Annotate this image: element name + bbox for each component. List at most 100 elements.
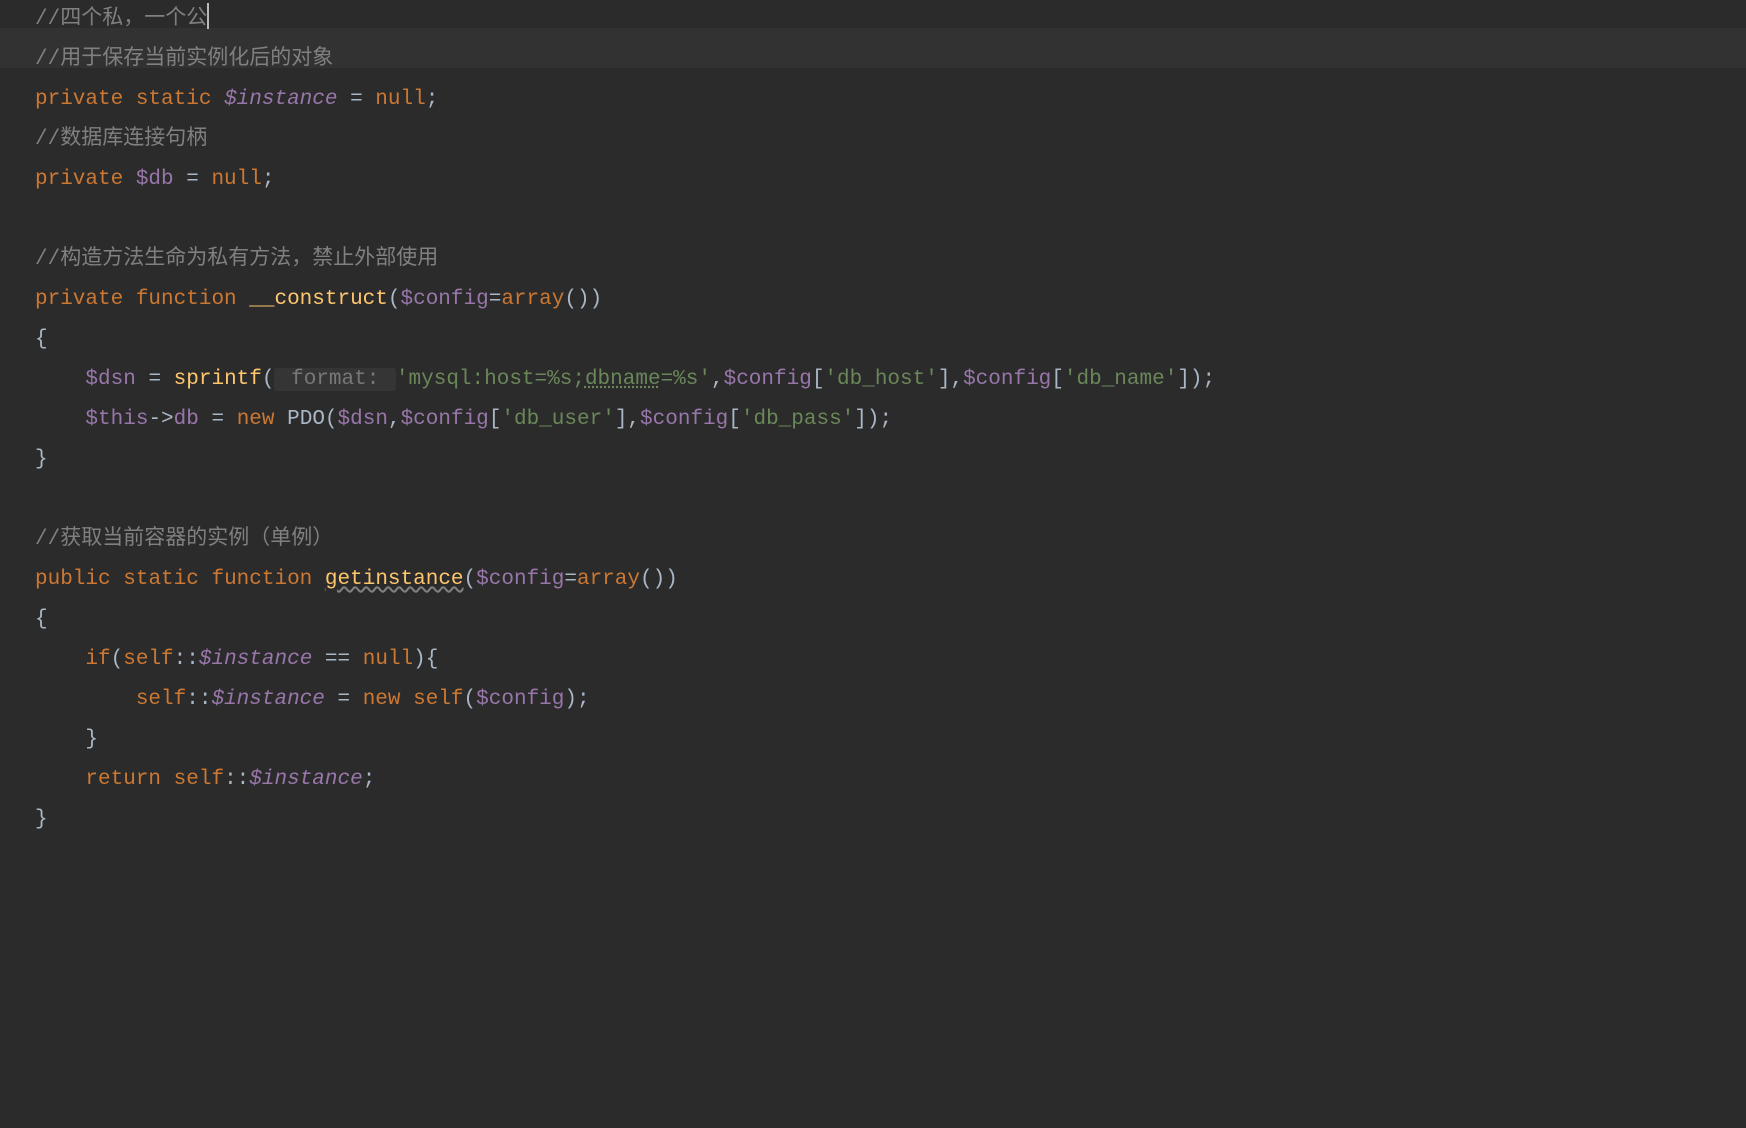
- keyword-array: array: [577, 568, 640, 591]
- semicolon: ;: [426, 88, 439, 111]
- parameter: $config: [401, 288, 489, 311]
- comma: ,: [627, 408, 640, 431]
- function-name: __construct: [249, 288, 388, 311]
- paren: (: [388, 288, 401, 311]
- code-line[interactable]: //用于保存当前实例化后的对象: [35, 40, 1746, 80]
- keyword-new: new: [363, 688, 401, 711]
- brace: {: [35, 608, 48, 631]
- keyword-function: function: [211, 568, 312, 591]
- code-line[interactable]: //获取当前容器的实例（单例）: [35, 520, 1746, 560]
- keyword-private: private: [35, 168, 123, 191]
- bracket: ]): [1177, 368, 1202, 391]
- code-line[interactable]: private static $instance = null;: [35, 80, 1746, 120]
- comment-text: //构造方法生命为私有方法，禁止外部使用: [35, 248, 438, 271]
- code-line[interactable]: {: [35, 600, 1746, 640]
- paren: ): [413, 648, 426, 671]
- operator: =: [325, 688, 363, 711]
- code-line[interactable]: }: [35, 440, 1746, 480]
- keyword-self: self: [413, 688, 463, 711]
- class-name: PDO: [287, 408, 325, 431]
- code-line[interactable]: private function __construct($config=arr…: [35, 280, 1746, 320]
- paren: (: [325, 408, 338, 431]
- text-cursor: [207, 3, 209, 29]
- paren: (: [464, 568, 477, 591]
- blank-line[interactable]: [35, 480, 1746, 520]
- paren: (: [262, 368, 275, 391]
- operator: =: [337, 88, 375, 111]
- operator: =: [564, 568, 577, 591]
- bracket: ]: [615, 408, 628, 431]
- comma: ,: [388, 408, 401, 431]
- parameter: $config: [476, 568, 564, 591]
- code-line[interactable]: public static function getinstance($conf…: [35, 560, 1746, 600]
- variable: $config: [963, 368, 1051, 391]
- code-line[interactable]: //数据库连接句柄: [35, 120, 1746, 160]
- operator: =: [199, 408, 237, 431]
- code-line[interactable]: //四个私，一个公: [35, 0, 1746, 40]
- keyword-null: null: [375, 88, 425, 111]
- comma: ,: [711, 368, 724, 391]
- brace: }: [35, 808, 48, 831]
- brace: {: [426, 648, 439, 671]
- semicolon: ;: [577, 688, 590, 711]
- keyword-array: array: [501, 288, 564, 311]
- parameter: $config: [476, 688, 564, 711]
- string-key: 'db_name': [1064, 368, 1177, 391]
- paren: ): [665, 568, 678, 591]
- code-line[interactable]: if(self::$instance == null){: [35, 640, 1746, 680]
- scope-operator: ::: [186, 688, 211, 711]
- keyword-new: new: [237, 408, 275, 431]
- parameter-hint: format:: [274, 368, 395, 391]
- variable: $dsn: [338, 408, 388, 431]
- code-line[interactable]: $dsn = sprintf( format: 'mysql:host=%s;d…: [35, 360, 1746, 400]
- code-line[interactable]: self::$instance = new self($config);: [35, 680, 1746, 720]
- brace: }: [85, 728, 98, 751]
- comment-text: //数据库连接句柄: [35, 128, 207, 151]
- code-line[interactable]: }: [35, 720, 1746, 760]
- comment-text: //四个私，一个公: [35, 8, 207, 31]
- paren: (): [564, 288, 589, 311]
- keyword-self: self: [174, 768, 224, 791]
- keyword-public: public: [35, 568, 111, 591]
- semicolon: ;: [363, 768, 376, 791]
- variable: $instance: [224, 88, 337, 111]
- function-call: sprintf: [174, 368, 262, 391]
- bracket: [: [728, 408, 741, 431]
- bracket: ]: [938, 368, 951, 391]
- string: 'mysql:host=%s;: [396, 368, 585, 391]
- keyword-self: self: [136, 688, 186, 711]
- code-line[interactable]: return self::$instance;: [35, 760, 1746, 800]
- code-line[interactable]: $this->db = new PDO($dsn,$config['db_use…: [35, 400, 1746, 440]
- code-editor[interactable]: //四个私，一个公 //用于保存当前实例化后的对象 private static…: [0, 0, 1746, 840]
- code-line[interactable]: }: [35, 800, 1746, 840]
- keyword-return: return: [85, 768, 161, 791]
- comment-text: //用于保存当前实例化后的对象: [35, 48, 333, 71]
- keyword-null: null: [363, 648, 413, 671]
- operator: =: [136, 368, 174, 391]
- paren: (): [640, 568, 665, 591]
- variable: $config: [724, 368, 812, 391]
- code-line[interactable]: {: [35, 320, 1746, 360]
- keyword-private: private: [35, 88, 123, 111]
- keyword-null: null: [211, 168, 261, 191]
- string-key: 'db_pass': [741, 408, 854, 431]
- semicolon: ;: [880, 408, 893, 431]
- arrow: ->: [148, 408, 173, 431]
- operator: =: [489, 288, 502, 311]
- variable: $dsn: [85, 368, 135, 391]
- operator: ==: [312, 648, 362, 671]
- scope-operator: ::: [174, 648, 199, 671]
- bracket: ]): [854, 408, 879, 431]
- property: db: [174, 408, 199, 431]
- paren: (: [464, 688, 477, 711]
- keyword-private: private: [35, 288, 123, 311]
- code-line[interactable]: //构造方法生命为私有方法，禁止外部使用: [35, 240, 1746, 280]
- keyword-self: self: [123, 648, 173, 671]
- variable: $instance: [199, 648, 312, 671]
- semicolon: ;: [262, 168, 275, 191]
- operator: =: [174, 168, 212, 191]
- variable: $config: [401, 408, 489, 431]
- string-key: 'db_host': [824, 368, 937, 391]
- code-line[interactable]: private $db = null;: [35, 160, 1746, 200]
- blank-line[interactable]: [35, 200, 1746, 240]
